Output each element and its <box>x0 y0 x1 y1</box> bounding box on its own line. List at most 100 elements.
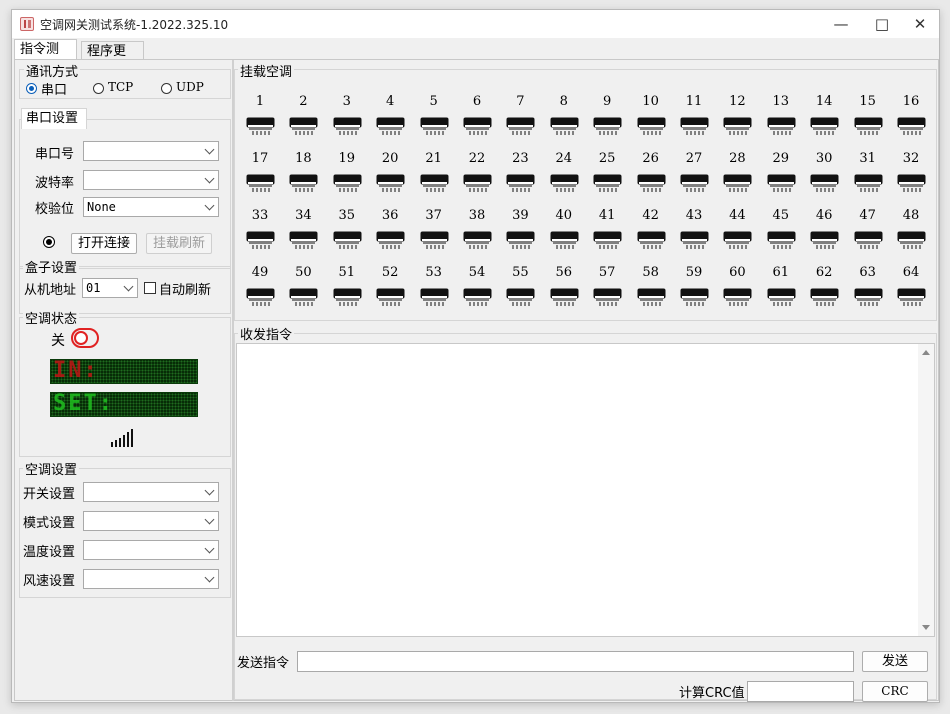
air-conditioner-icon[interactable] <box>723 117 752 136</box>
air-conditioner-icon[interactable] <box>376 174 405 193</box>
air-conditioner-icon[interactable] <box>420 174 449 193</box>
air-conditioner-icon[interactable] <box>637 288 666 307</box>
air-conditioner-icon[interactable] <box>810 288 839 307</box>
send-button[interactable]: 发送 <box>862 651 928 672</box>
air-conditioner-icon[interactable] <box>333 174 362 193</box>
air-conditioner-icon[interactable] <box>550 174 579 193</box>
maximize-icon[interactable]: □ <box>861 10 903 38</box>
air-conditioner-icon[interactable] <box>506 174 535 193</box>
tcp-radio[interactable] <box>93 83 104 94</box>
air-conditioner-icon[interactable] <box>897 288 926 307</box>
air-conditioner-icon[interactable] <box>333 231 362 250</box>
tab-program-update[interactable]: 程序更新 <box>81 41 144 78</box>
air-conditioner-icon[interactable] <box>550 288 579 307</box>
crc-value-input[interactable] <box>747 681 854 702</box>
air-conditioner-icon[interactable] <box>463 231 492 250</box>
air-conditioner-icon[interactable] <box>246 117 275 136</box>
air-conditioner-icon[interactable] <box>810 231 839 250</box>
air-conditioner-icon[interactable] <box>246 288 275 307</box>
comm-group-label: 通讯方式 <box>24 61 81 80</box>
baud-select[interactable] <box>83 170 219 190</box>
crc-button[interactable]: CRC <box>862 681 928 702</box>
minimize-icon[interactable]: — <box>820 10 862 38</box>
auto-refresh-checkbox[interactable] <box>144 282 156 294</box>
air-conditioner-icon[interactable] <box>767 174 796 193</box>
air-conditioner-icon[interactable] <box>333 117 362 136</box>
air-conditioner-icon[interactable] <box>420 117 449 136</box>
air-conditioner-icon[interactable] <box>593 117 622 136</box>
message-log-textarea[interactable] <box>236 343 935 637</box>
air-conditioner-icon[interactable] <box>289 174 318 193</box>
app-window: 空调网关测试系统-1.2022.325.10 — □ ✕ 指令测试 程序更新 通… <box>11 9 940 703</box>
power-setting-select[interactable] <box>83 482 219 502</box>
slave-address-select[interactable]: 01 <box>82 278 138 298</box>
fan-speed-setting-select[interactable] <box>83 569 219 589</box>
air-conditioner-icon[interactable] <box>593 231 622 250</box>
air-conditioner-icon[interactable] <box>289 117 318 136</box>
mode-setting-select[interactable] <box>83 511 219 531</box>
air-conditioner-icon[interactable] <box>506 288 535 307</box>
air-conditioner-icon[interactable] <box>680 231 709 250</box>
air-conditioner-icon[interactable] <box>463 174 492 193</box>
air-conditioner-icon[interactable] <box>333 288 362 307</box>
air-conditioner-icon[interactable] <box>420 288 449 307</box>
tab-command-test[interactable]: 指令测试 <box>14 39 77 76</box>
air-conditioner-icon[interactable] <box>289 231 318 250</box>
air-conditioner-icon[interactable] <box>463 288 492 307</box>
log-scrollbar[interactable] <box>918 344 934 636</box>
air-conditioner-icon[interactable] <box>897 117 926 136</box>
air-conditioner-icon[interactable] <box>289 288 318 307</box>
air-conditioner-icon[interactable] <box>593 288 622 307</box>
air-conditioner-icon[interactable] <box>376 231 405 250</box>
serial-tab[interactable]: 串口设置 <box>21 108 87 129</box>
air-conditioner-icon[interactable] <box>723 174 752 193</box>
air-conditioner-icon[interactable] <box>550 117 579 136</box>
air-conditioner-icon[interactable] <box>897 231 926 250</box>
air-conditioner-icon[interactable] <box>420 231 449 250</box>
power-toggle[interactable] <box>71 328 99 348</box>
air-conditioner-icon[interactable] <box>810 117 839 136</box>
air-conditioner-icon[interactable] <box>854 117 883 136</box>
air-conditioner-icon[interactable] <box>506 117 535 136</box>
port-select[interactable] <box>83 141 219 161</box>
scroll-down-icon[interactable] <box>922 625 930 630</box>
chevron-down-icon <box>204 514 215 525</box>
air-conditioner-icon[interactable] <box>723 231 752 250</box>
air-conditioner-icon[interactable] <box>246 231 275 250</box>
open-connection-button[interactable]: 打开连接 <box>71 233 137 254</box>
air-conditioner-icon[interactable] <box>897 174 926 193</box>
ac-unit-number: 2 <box>299 94 308 109</box>
ac-unit-number: 59 <box>685 265 703 280</box>
ac-unit-number: 30 <box>815 151 833 166</box>
air-conditioner-icon[interactable] <box>680 117 709 136</box>
air-conditioner-icon[interactable] <box>637 174 666 193</box>
air-conditioner-icon[interactable] <box>767 231 796 250</box>
serial-radio[interactable] <box>26 83 37 94</box>
temperature-setting-select[interactable] <box>83 540 219 560</box>
air-conditioner-icon[interactable] <box>637 231 666 250</box>
air-conditioner-icon[interactable] <box>463 117 492 136</box>
udp-radio[interactable] <box>161 83 172 94</box>
mount-refresh-button[interactable]: 挂载刷新 <box>146 233 212 254</box>
air-conditioner-icon[interactable] <box>680 288 709 307</box>
ac-status-label: 空调状态 <box>23 308 80 327</box>
air-conditioner-icon[interactable] <box>767 117 796 136</box>
air-conditioner-icon[interactable] <box>550 231 579 250</box>
close-icon[interactable]: ✕ <box>899 10 941 38</box>
air-conditioner-icon[interactable] <box>680 174 709 193</box>
air-conditioner-icon[interactable] <box>506 231 535 250</box>
scroll-up-icon[interactable] <box>922 350 930 355</box>
air-conditioner-icon[interactable] <box>376 288 405 307</box>
air-conditioner-icon[interactable] <box>637 117 666 136</box>
air-conditioner-icon[interactable] <box>723 288 752 307</box>
send-command-input[interactable] <box>297 651 854 672</box>
air-conditioner-icon[interactable] <box>246 174 275 193</box>
air-conditioner-icon[interactable] <box>376 117 405 136</box>
air-conditioner-icon[interactable] <box>854 231 883 250</box>
air-conditioner-icon[interactable] <box>854 174 883 193</box>
air-conditioner-icon[interactable] <box>810 174 839 193</box>
parity-select[interactable]: None <box>83 197 219 217</box>
air-conditioner-icon[interactable] <box>767 288 796 307</box>
air-conditioner-icon[interactable] <box>854 288 883 307</box>
air-conditioner-icon[interactable] <box>593 174 622 193</box>
